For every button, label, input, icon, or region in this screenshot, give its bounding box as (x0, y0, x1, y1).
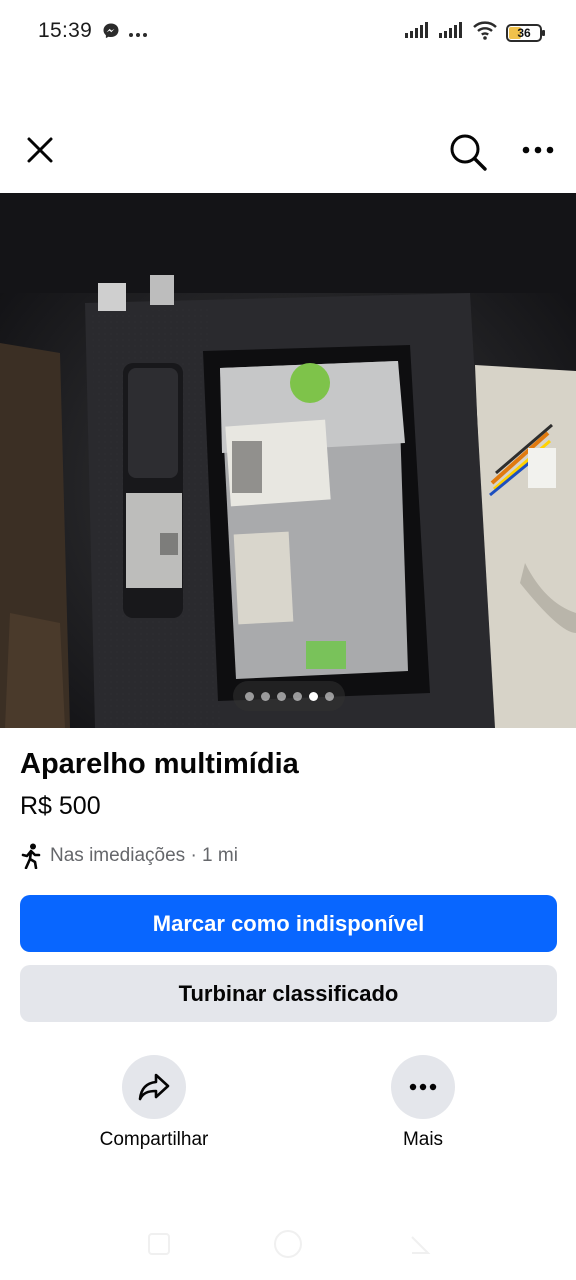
location-text: Nas imediações · 1 mi (50, 845, 238, 866)
listing-price: R$ 500 (20, 792, 101, 820)
battery-level: 36 (517, 25, 531, 40)
pager-dot[interactable] (324, 691, 334, 701)
battery-icon: 36 (506, 23, 545, 42)
recent-apps-button[interactable] (148, 1233, 170, 1255)
status-right-icons: 36 (404, 20, 545, 45)
more-icon (409, 1083, 437, 1091)
signal-icon (438, 21, 464, 44)
more-icon (522, 146, 554, 154)
pager-dot[interactable] (276, 691, 286, 701)
status-time: 15:39 (38, 19, 93, 42)
more-action[interactable]: Mais (363, 1055, 483, 1151)
more-button[interactable] (391, 1055, 455, 1119)
product-photo-image (0, 193, 576, 728)
pager-dot[interactable] (260, 691, 270, 701)
share-label: Compartilhar (99, 1129, 209, 1150)
home-button[interactable] (274, 1230, 302, 1258)
status-bar: 15:39 36 (0, 0, 576, 64)
walking-person-icon (21, 843, 41, 869)
search-icon (450, 134, 487, 171)
share-button[interactable] (122, 1055, 186, 1119)
messenger-icon (102, 22, 120, 45)
system-nav-bar (0, 1215, 576, 1280)
photo-pager[interactable] (233, 681, 345, 711)
close-icon (27, 137, 53, 163)
boost-listing-button[interactable]: Turbinar classificado (20, 965, 557, 1022)
more-dots-icon (128, 25, 148, 43)
share-action[interactable]: Compartilhar (94, 1055, 214, 1151)
pager-dot[interactable] (292, 691, 302, 701)
listing-location: Nas imediações · 1 mi (20, 842, 238, 870)
status-left-icons (102, 22, 148, 45)
signal-icon (404, 21, 430, 44)
listing-title: Aparelho multimídia (20, 748, 299, 780)
pager-dot-active[interactable] (308, 691, 318, 701)
top-nav (0, 120, 576, 180)
close-button[interactable] (20, 130, 60, 170)
share-icon (138, 1073, 170, 1101)
more-label: Mais (402, 1129, 444, 1150)
pager-dot[interactable] (244, 691, 254, 701)
search-button[interactable] (446, 130, 490, 174)
back-icon[interactable] (408, 1233, 432, 1257)
listing-photo[interactable] (0, 193, 576, 728)
mark-unavailable-button[interactable]: Marcar como indisponível (20, 895, 557, 952)
more-options-button[interactable] (518, 130, 558, 170)
wifi-icon (472, 20, 498, 45)
